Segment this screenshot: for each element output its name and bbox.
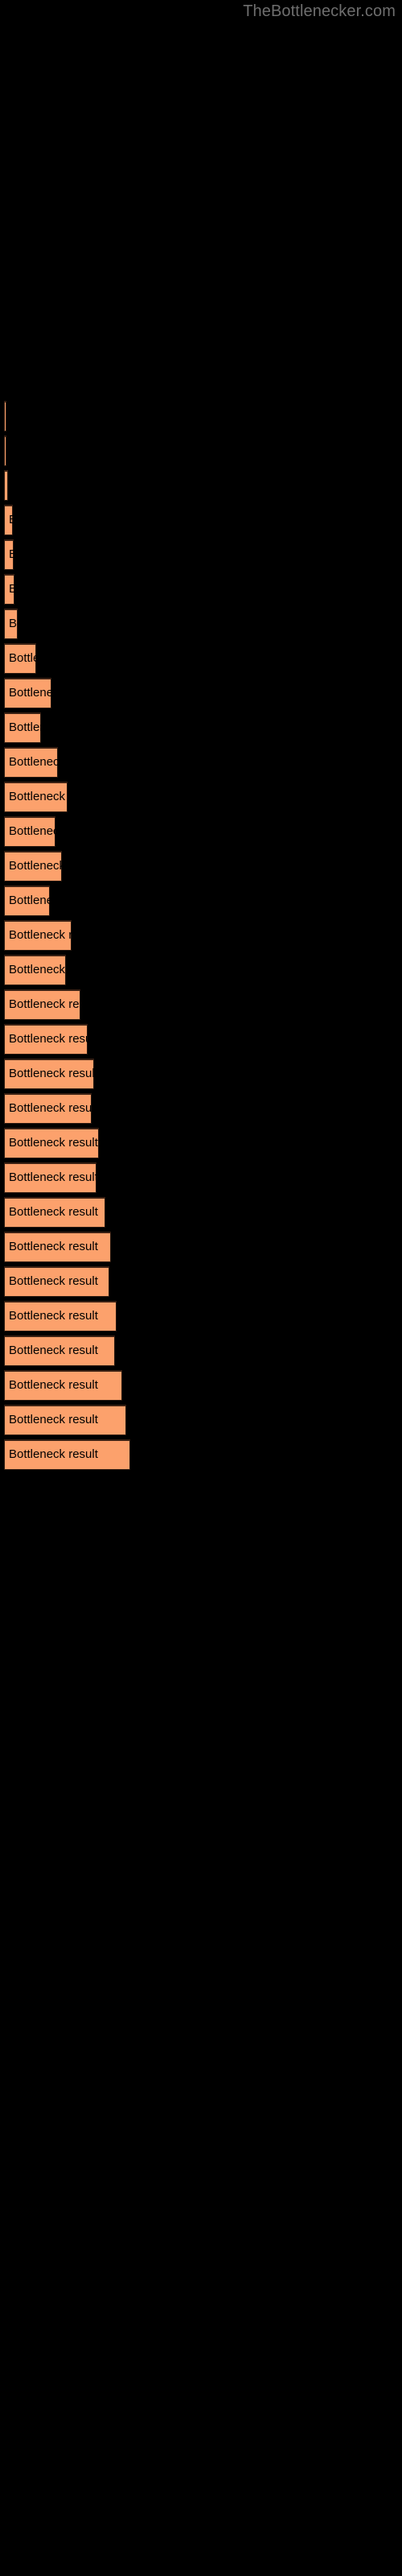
bar-row: Bottleneck result <box>4 1093 92 1124</box>
bar-label-clip: Bottleneck result <box>4 782 68 812</box>
bar-row: Bottleneck result <box>4 678 51 708</box>
bar-value-label: Bottleneck result <box>9 1240 98 1253</box>
bar-label-clip: Bottleneck result <box>4 886 50 916</box>
bar-label-clip: Bottleneck result <box>4 678 51 708</box>
bar-value-label: Bottleneck result <box>9 547 14 561</box>
bar-label-clip: Bottleneck result <box>4 1370 122 1401</box>
bar-value-label: Bottleneck result <box>9 617 18 630</box>
bar-value-label: Bottleneck result <box>9 1032 88 1046</box>
bar-row: Bottleneck result <box>4 1370 122 1401</box>
bar-chart-plot-area: Bottleneck resultBottleneck resultBottle… <box>0 0 402 2576</box>
bar-label-clip: Bottleneck result <box>4 1162 96 1193</box>
bar-label-clip: Bottleneck result <box>4 401 6 431</box>
bar-row: Bottleneck result <box>4 1128 99 1158</box>
bar-row: Bottleneck result <box>4 712 41 743</box>
bar-label-clip: Bottleneck result <box>4 470 8 501</box>
bar-row: Bottleneck result <box>4 955 66 985</box>
bar-value-label: Bottleneck result <box>9 1101 92 1115</box>
bar-row: Bottleneck result <box>4 1059 94 1089</box>
bar-label-clip: Bottleneck result <box>4 609 18 639</box>
bar-value-label: Bottleneck result <box>9 790 68 803</box>
bar-row: Bottleneck result <box>4 816 55 847</box>
bar-row: Bottleneck result <box>4 436 6 466</box>
bar-row: Bottleneck result <box>4 539 14 570</box>
bar-row: Bottleneck result <box>4 920 72 951</box>
bar-value-label: Bottleneck result <box>9 505 13 535</box>
bar-value-label: Bottleneck result <box>9 1205 98 1219</box>
bar-label-clip: Bottleneck result <box>4 920 72 951</box>
bar-row: Bottleneck result <box>4 747 58 778</box>
bar-row: Bottleneck result <box>4 886 50 916</box>
bar-row: Bottleneck result <box>4 643 36 674</box>
bar-label-clip: Bottleneck result <box>4 1405 126 1435</box>
bar-label-clip: Bottleneck result <box>4 643 36 674</box>
bar-label-clip: Bottleneck result <box>4 712 41 743</box>
bar-label-clip: Bottleneck result <box>4 1232 111 1262</box>
bar-value-label: Bottleneck result <box>9 651 36 665</box>
bar-value-label: Bottleneck result <box>9 963 66 976</box>
bar-label-clip: Bottleneck result <box>4 505 13 535</box>
bar-label-clip: Bottleneck result <box>4 747 58 778</box>
bar-row: Bottleneck result <box>4 989 80 1020</box>
bar-row: Bottleneck result <box>4 574 14 605</box>
bar-value-label: Bottleneck result <box>9 1447 98 1461</box>
bar-label-clip: Bottleneck result <box>4 851 62 881</box>
bar-label-clip: Bottleneck result <box>4 1059 94 1089</box>
bar-value-label: Bottleneck result <box>9 928 72 942</box>
bar-row: Bottleneck result <box>4 505 13 535</box>
bar-value-label: Bottleneck result <box>9 1309 98 1323</box>
bar-value-label: Bottleneck result <box>9 859 62 873</box>
bar-label-clip: Bottleneck result <box>4 1266 109 1297</box>
bar-label-clip: Bottleneck result <box>4 1301 117 1331</box>
bar-label-clip: Bottleneck result <box>4 1197 105 1228</box>
bar-value-label: Bottleneck result <box>9 1344 98 1357</box>
bar-row: Bottleneck result <box>4 1266 109 1297</box>
bar-value-label: Bottleneck result <box>9 1170 96 1184</box>
bar-label-clip: Bottleneck result <box>4 539 14 570</box>
bar-value-label: Bottleneck result <box>9 755 58 769</box>
bar-row: Bottleneck result <box>4 401 6 431</box>
bar-value-label: Bottleneck result <box>9 582 14 596</box>
bar-row: Bottleneck result <box>4 851 62 881</box>
bar-value-label: Bottleneck result <box>9 997 80 1011</box>
bar-label-clip: Bottleneck result <box>4 436 6 466</box>
bar-value-label: Bottleneck result <box>9 1274 98 1288</box>
bar-label-clip: Bottleneck result <box>4 1335 115 1366</box>
bar-label-clip: Bottleneck result <box>4 1024 88 1055</box>
bar-value-label: Bottleneck result <box>9 1136 98 1150</box>
bar-row: Bottleneck result <box>4 1162 96 1193</box>
bar-value-label: Bottleneck result <box>9 720 41 734</box>
bar-label-clip: Bottleneck result <box>4 989 80 1020</box>
bar-value-label: Bottleneck result <box>9 1378 98 1392</box>
bar-row: Bottleneck result <box>4 1024 88 1055</box>
bar-value-label: Bottleneck result <box>9 1413 98 1426</box>
bar-label-clip: Bottleneck result <box>4 816 55 847</box>
bar-row: Bottleneck result <box>4 1232 111 1262</box>
bar-label-clip: Bottleneck result <box>4 1093 92 1124</box>
bar-row: Bottleneck result <box>4 1335 115 1366</box>
bar-row: Bottleneck result <box>4 1197 105 1228</box>
bar-row: Bottleneck result <box>4 782 68 812</box>
bar-row: Bottleneck result <box>4 1439 130 1470</box>
bar-row: Bottleneck result <box>4 1405 126 1435</box>
bar-value-label: Bottleneck result <box>9 824 55 838</box>
bar-row: Bottleneck result <box>4 1301 117 1331</box>
bar-label-clip: Bottleneck result <box>4 574 14 605</box>
bar-row: Bottleneck result <box>4 470 8 501</box>
bar-value-label: Bottleneck result <box>9 894 50 907</box>
bar-row: Bottleneck result <box>4 609 18 639</box>
bar-label-clip: Bottleneck result <box>4 955 66 985</box>
bar-value-label: Bottleneck result <box>9 1067 94 1080</box>
bar-label-clip: Bottleneck result <box>4 1439 130 1470</box>
bar-label-clip: Bottleneck result <box>4 1128 99 1158</box>
bar-value-label: Bottleneck result <box>9 686 51 700</box>
